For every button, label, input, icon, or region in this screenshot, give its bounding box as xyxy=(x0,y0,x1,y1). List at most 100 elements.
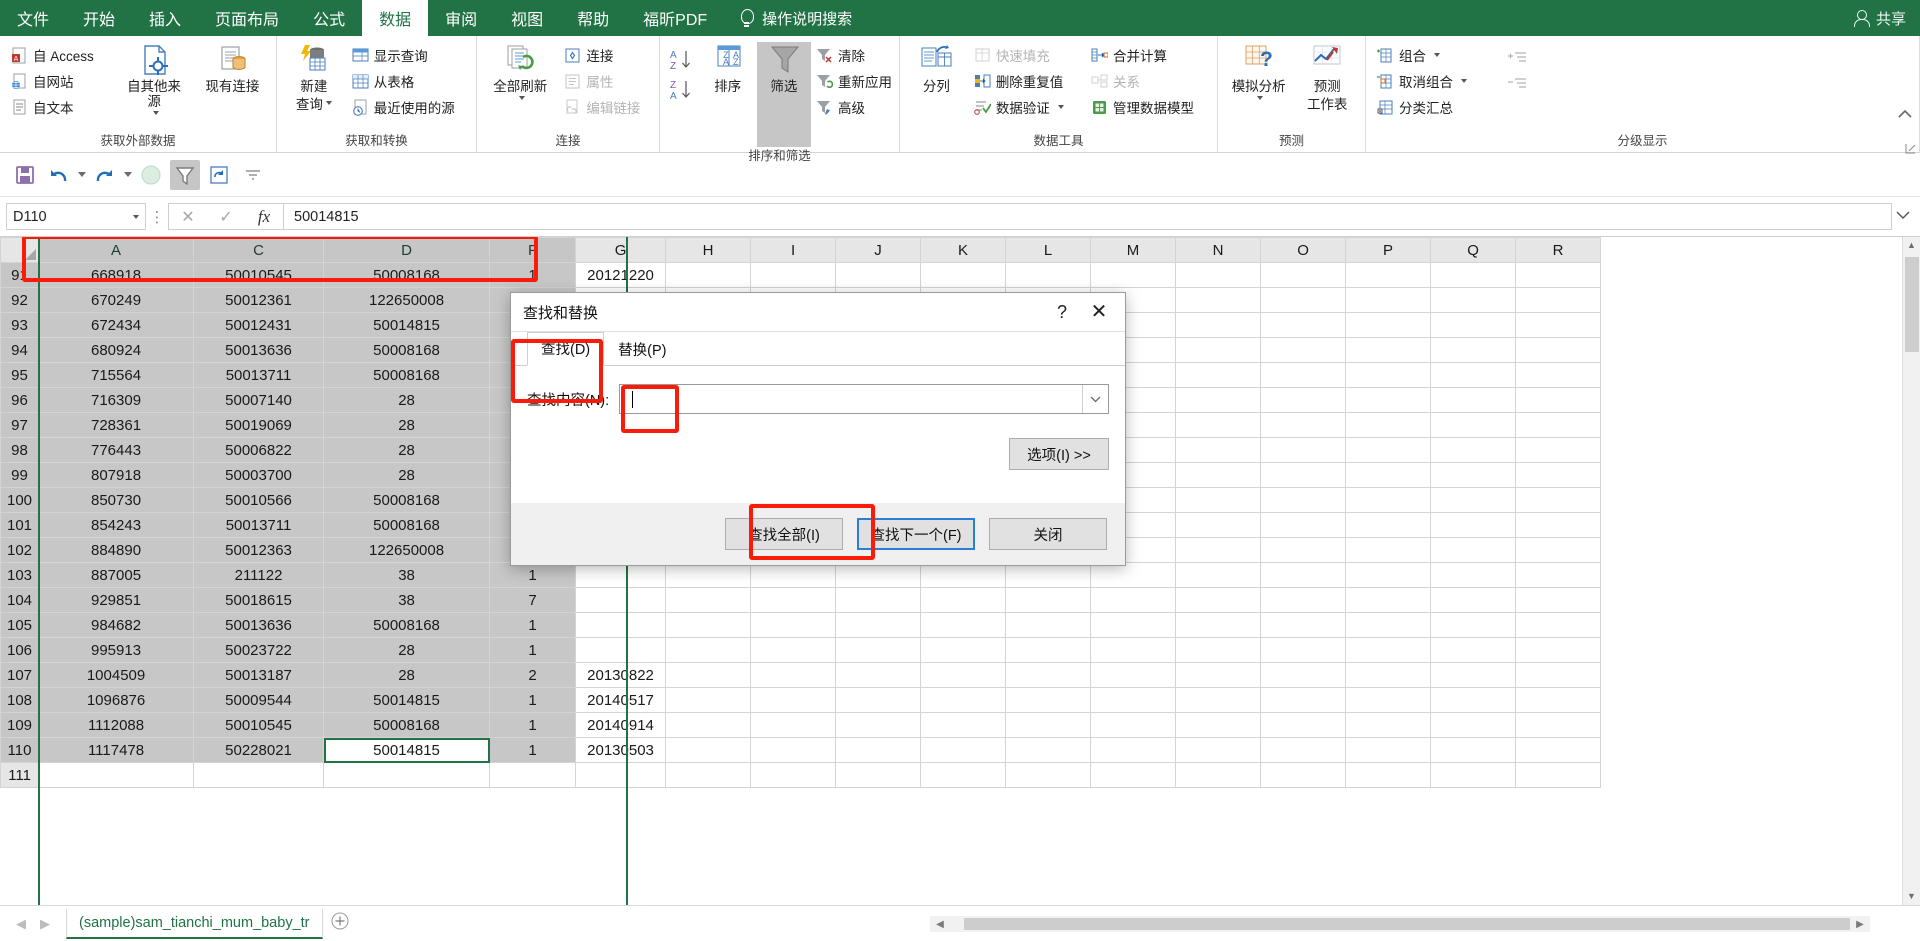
cell-empty[interactable] xyxy=(1005,587,1092,613)
cell-A100[interactable]: 850730 xyxy=(38,487,195,513)
vertical-scrollbar[interactable]: ▲ ▼ xyxy=(1902,237,1920,905)
cell-empty[interactable] xyxy=(1345,762,1432,788)
cell-empty[interactable] xyxy=(1175,737,1262,763)
cell-empty[interactable] xyxy=(1175,637,1262,663)
row-header-97[interactable]: 97 xyxy=(0,412,40,438)
cell-empty[interactable] xyxy=(1260,412,1347,438)
row-header-93[interactable]: 93 xyxy=(0,312,40,338)
row-header-98[interactable]: 98 xyxy=(0,437,40,463)
column-header-n[interactable]: N xyxy=(1175,237,1262,263)
cell-empty[interactable] xyxy=(1090,662,1177,688)
cell-C101[interactable]: 50013711 xyxy=(193,512,325,538)
cell-empty[interactable] xyxy=(1515,737,1602,763)
cell-empty[interactable] xyxy=(1005,687,1092,713)
cell-empty[interactable] xyxy=(1260,337,1347,363)
cell-empty[interactable] xyxy=(920,262,1007,288)
cell-empty[interactable] xyxy=(1090,262,1177,288)
cell-empty[interactable] xyxy=(1345,687,1432,713)
cell-empty[interactable] xyxy=(1430,262,1517,288)
cell-empty[interactable] xyxy=(1175,412,1262,438)
cell-empty[interactable] xyxy=(920,562,1007,588)
cell-empty[interactable] xyxy=(1260,687,1347,713)
cell-empty[interactable] xyxy=(920,637,1007,663)
chevron-down-icon[interactable] xyxy=(325,101,332,105)
cell-empty[interactable] xyxy=(1005,637,1092,663)
cell-D100[interactable]: 50008168 xyxy=(323,487,491,513)
cell-A108[interactable]: 1096876 xyxy=(38,687,195,713)
text-to-columns-button[interactable]: 分列 xyxy=(906,42,967,94)
menu-item-view[interactable]: 视图 xyxy=(494,0,560,36)
chevron-down-icon[interactable] xyxy=(1057,105,1064,109)
cell-empty[interactable] xyxy=(1515,587,1602,613)
cell-empty[interactable] xyxy=(1345,537,1432,563)
column-header-h[interactable]: H xyxy=(665,237,752,263)
row-header-94[interactable]: 94 xyxy=(0,337,40,363)
cell-empty[interactable] xyxy=(1515,687,1602,713)
cell-empty[interactable] xyxy=(1175,437,1262,463)
cell-G103[interactable] xyxy=(575,562,667,588)
cell-empty[interactable] xyxy=(750,587,837,613)
cell-empty[interactable] xyxy=(750,262,837,288)
cell-C91[interactable]: 50010545 xyxy=(193,262,325,288)
cell-empty[interactable] xyxy=(1515,437,1602,463)
cell-A102[interactable]: 884890 xyxy=(38,537,195,563)
cell-empty[interactable] xyxy=(1175,712,1262,738)
row-header-92[interactable]: 92 xyxy=(0,287,40,313)
chevron-down-icon[interactable] xyxy=(1461,79,1467,83)
cell-empty[interactable] xyxy=(1345,262,1432,288)
cell-empty[interactable] xyxy=(1430,387,1517,413)
cell-empty[interactable] xyxy=(835,562,922,588)
cell-F105[interactable]: 1 xyxy=(489,612,577,638)
cell-empty[interactable] xyxy=(1345,287,1432,313)
from-text-button[interactable]: 自文本 xyxy=(6,94,113,120)
cell-empty[interactable] xyxy=(1005,612,1092,638)
cell-C106[interactable]: 50023722 xyxy=(193,637,325,663)
sort-descending-button[interactable]: ZA xyxy=(666,75,699,105)
cell-empty[interactable] xyxy=(1005,737,1092,763)
cell-D106[interactable]: 28 xyxy=(323,637,491,663)
cell-D104[interactable]: 38 xyxy=(323,587,491,613)
cell-C109[interactable]: 50010545 xyxy=(193,712,325,738)
cell-empty[interactable] xyxy=(835,262,922,288)
cell-D110[interactable]: 50014815 xyxy=(323,737,491,763)
cell-empty[interactable] xyxy=(1260,762,1347,788)
cell-A99[interactable]: 807918 xyxy=(38,462,195,488)
next-sheet-icon[interactable]: ▶ xyxy=(40,916,50,932)
cell-D105[interactable]: 50008168 xyxy=(323,612,491,638)
cell-A91[interactable]: 668918 xyxy=(38,262,195,288)
cell-empty[interactable] xyxy=(1345,337,1432,363)
find-next-button[interactable]: 查找下一个(F) xyxy=(857,518,975,550)
cell-empty[interactable] xyxy=(750,762,837,788)
cell-empty[interactable] xyxy=(835,637,922,663)
cell-empty[interactable] xyxy=(1260,587,1347,613)
row-header-96[interactable]: 96 xyxy=(0,387,40,413)
cell-empty[interactable] xyxy=(750,562,837,588)
hide-detail-button[interactable] xyxy=(1506,72,1542,98)
column-header-d[interactable]: D xyxy=(323,237,491,263)
cell-C105[interactable]: 50013636 xyxy=(193,612,325,638)
cell-empty[interactable] xyxy=(1515,312,1602,338)
cell-F104[interactable]: 7 xyxy=(489,587,577,613)
sheet-nav-arrows[interactable]: ◀ ▶ xyxy=(0,916,66,932)
cell-A92[interactable]: 670249 xyxy=(38,287,195,313)
cell-empty[interactable] xyxy=(1260,637,1347,663)
cell-D101[interactable]: 50008168 xyxy=(323,512,491,538)
undo-icon[interactable] xyxy=(44,160,74,190)
cell-empty[interactable] xyxy=(1345,587,1432,613)
cell-empty[interactable] xyxy=(1260,462,1347,488)
cell-empty[interactable] xyxy=(1260,312,1347,338)
cell-D91[interactable]: 50008168 xyxy=(323,262,491,288)
cell-empty[interactable] xyxy=(920,737,1007,763)
cell-empty[interactable] xyxy=(835,662,922,688)
sort-ascending-button[interactable]: AZ xyxy=(666,45,699,75)
menu-item-help[interactable]: 帮助 xyxy=(560,0,626,36)
formula-input[interactable]: 50014815 xyxy=(283,203,1892,230)
column-header-m[interactable]: M xyxy=(1090,237,1177,263)
add-sheet-button[interactable] xyxy=(323,912,357,935)
cell-empty[interactable] xyxy=(1515,712,1602,738)
cancel-entry-button[interactable]: ✕ xyxy=(169,207,207,227)
find-what-input[interactable] xyxy=(619,384,1109,414)
cell-C97[interactable]: 50019069 xyxy=(193,412,325,438)
cell-empty[interactable] xyxy=(1430,612,1517,638)
column-header-i[interactable]: I xyxy=(750,237,837,263)
